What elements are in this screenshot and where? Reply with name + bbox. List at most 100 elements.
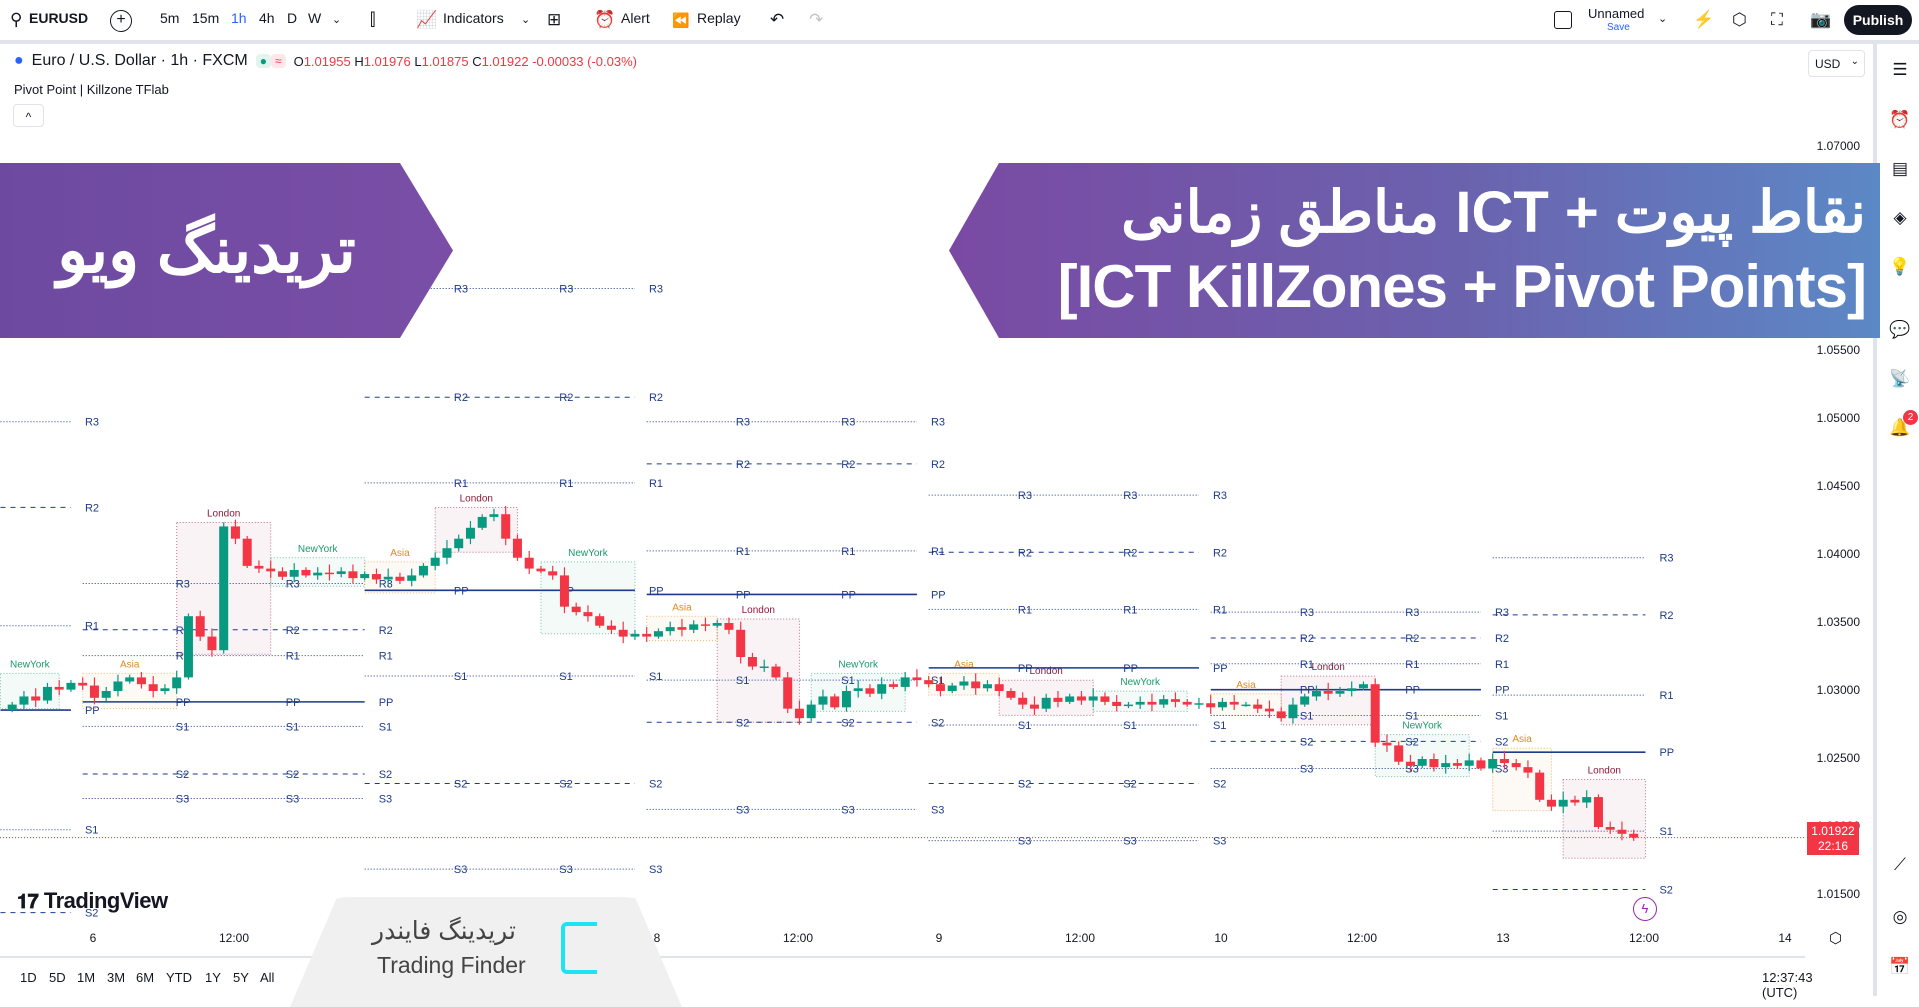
candle-body [242,538,252,566]
pivot-label: S1 [736,675,749,687]
candle-body [1511,763,1521,768]
camera-icon[interactable]: 📷 [1810,10,1831,30]
candle-body [1159,699,1169,705]
indicator-legend[interactable]: Pivot Point | Killzone TFlab [14,82,169,97]
timeframe-d[interactable]: D [287,10,297,26]
undo-icon[interactable]: ↶ [770,10,784,30]
candle [1593,794,1603,830]
candle-body [1405,761,1415,766]
price-tick-label: 1.04000 [1816,547,1860,561]
symbol-search-button[interactable]: EURUSD [29,10,88,26]
target-icon[interactable]: ◎ [1887,907,1913,927]
search-icon[interactable]: ⚲ [10,10,22,30]
redo-icon[interactable]: ↷ [809,10,823,30]
candle-type-icon[interactable]: ⫿ [370,10,375,30]
timeframe-1h[interactable]: 1h [231,10,247,26]
pivot-label: S2 [559,778,572,790]
euro-flag-icon: ● [14,52,24,69]
alarm-clock-icon[interactable]: ⏰ [594,10,615,30]
fullscreen-icon[interactable]: ⛶ [1771,10,1783,30]
banner-left: تریدینگ ویو [0,163,453,338]
pivot-label: R1 [1659,690,1673,702]
chevron-down-icon[interactable]: ⌄ [332,10,341,30]
layout-checkbox-icon[interactable] [1554,11,1572,29]
candle-body [101,691,111,698]
killzone-label: Asia [1512,734,1532,745]
alert-button[interactable]: Alert [621,10,650,26]
pivot-label: R1 [736,546,750,558]
candle-body [1523,767,1533,773]
compare-add-icon[interactable]: + [110,10,132,32]
ideas-icon[interactable]: 💡 [1887,257,1913,277]
candle-body [430,557,440,566]
pivot-label: R1 [1495,659,1509,671]
symbol-title[interactable]: Euro / U.S. Dollar · 1h · FXCM [32,52,248,70]
lightning-icon[interactable]: ϟ [1633,897,1657,921]
streams-icon[interactable]: 📡 [1887,369,1913,389]
candle-body [477,516,487,528]
bottom-toolbar: 1D 5D 1M 3M 6M YTD 1Y 5Y All 12:37:43 (U… [0,956,1813,1000]
settings-hexagon-icon[interactable]: ⬡ [1732,10,1747,30]
chevron-down-icon[interactable]: ⌄ [1658,9,1667,29]
timeframe-15m[interactable]: 15m [192,10,219,26]
pivot-label: R2 [1300,633,1314,645]
candle-body [1311,691,1321,697]
collapse-legend-button[interactable]: ^ [13,104,44,127]
price-chart[interactable]: NewYork Asia London NewYork Asia London NewYor… [0,0,1805,955]
candle-body [759,666,769,669]
quick-search-icon[interactable]: ⚡ [1693,10,1714,30]
pivot-label: R3 [1123,490,1137,502]
range-1m[interactable]: 1M [77,970,95,985]
currency-select[interactable]: USD ⌄ [1808,50,1865,77]
pivot-label: S2 [176,769,189,781]
pivot-label: PP [1018,663,1033,675]
candle [1194,697,1204,709]
range-all[interactable]: All [260,970,274,985]
candle-body [1264,708,1274,712]
pivot-label: R1 [1123,604,1137,616]
templates-grid-icon[interactable]: ⊞ [547,10,561,30]
range-ytd[interactable]: YTD [166,970,192,985]
pivot-label: R3 [176,579,190,591]
layers-icon[interactable]: ◈ [1887,208,1913,228]
candle-body [1476,760,1486,769]
range-3m[interactable]: 3M [107,970,125,985]
candle-body [818,696,828,705]
chat-icon[interactable]: 💬 [1887,320,1913,340]
candle-body [888,684,898,687]
watchlist-icon[interactable]: ☰ [1887,60,1913,80]
axis-settings-icon[interactable]: ⬡ [1829,929,1842,949]
replay-button[interactable]: Replay [697,10,741,26]
indicators-button[interactable]: Indicators [443,10,504,26]
range-1d[interactable]: 1D [20,970,37,985]
publish-button[interactable]: Publish [1844,5,1912,35]
chevron-down-icon[interactable]: ⌄ [521,10,530,30]
indicators-icon[interactable]: 📈 [416,10,437,30]
trend-line-icon[interactable]: ⟋ [1887,855,1913,875]
pivot-label: S2 [286,769,299,781]
timeframe-w[interactable]: W [308,10,321,26]
candle-body [548,571,558,576]
candle [524,550,534,575]
object-tree-icon[interactable]: ▤ [1887,159,1913,179]
candle-body [1629,833,1639,838]
timeframe-5m[interactable]: 5m [160,10,179,26]
candle [912,669,922,687]
candle-body [125,677,135,682]
pivot-label: S2 [1213,778,1226,790]
range-5d[interactable]: 5D [49,970,66,985]
candle-body [1241,704,1251,707]
range-5y[interactable]: 5Y [233,970,249,985]
candle [219,522,229,654]
range-6m[interactable]: 6M [136,970,154,985]
layout-save-link[interactable]: Save [1607,22,1630,33]
pivot-label: S3 [1300,764,1313,776]
layout-name[interactable]: Unnamed [1588,6,1644,21]
tradingview-logo[interactable]: 𝟏𝟕 TradingView [17,888,168,914]
alerts-clock-icon[interactable]: ⏰ [1887,110,1913,130]
replay-icon[interactable]: ⏪ [672,10,689,30]
candle-body [207,636,217,651]
timeframe-4h[interactable]: 4h [259,10,275,26]
calendar-icon[interactable]: 📅 [1887,957,1913,977]
range-1y[interactable]: 1Y [205,970,221,985]
